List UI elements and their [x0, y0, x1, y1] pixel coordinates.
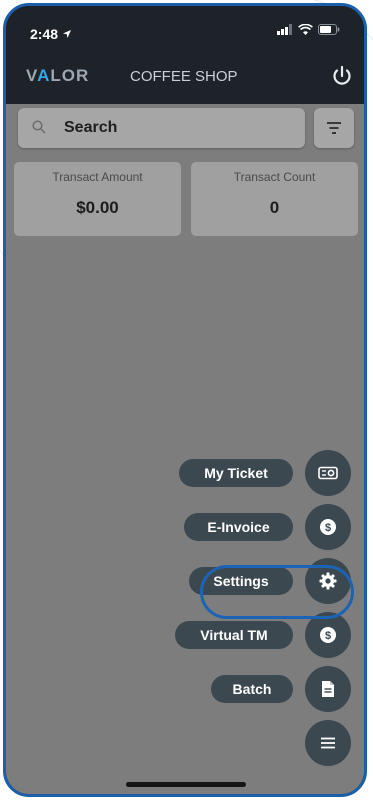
- power-icon: [333, 65, 351, 85]
- virtual-tm-label[interactable]: Virtual TM: [175, 621, 293, 649]
- batch-highlight: [200, 565, 354, 619]
- batch-label[interactable]: Batch: [211, 675, 293, 703]
- filter-icon: [327, 122, 341, 134]
- dollar-coin-icon: $: [320, 627, 336, 643]
- e-invoice-label[interactable]: E-Invoice: [184, 513, 293, 541]
- home-indicator: [126, 782, 246, 787]
- stat-label: Transact Count: [233, 170, 316, 184]
- transact-amount-card[interactable]: Transact Amount $0.00: [14, 162, 181, 236]
- menu-icon: [321, 737, 335, 749]
- app-screen: 2:48 VALOR COFFEE SHOP Search Transact A…: [6, 6, 364, 794]
- dollar-coin-icon: $: [320, 519, 336, 535]
- ticket-icon: [318, 466, 338, 480]
- search-input[interactable]: Search: [18, 108, 305, 148]
- wifi-icon: [298, 24, 313, 35]
- power-button[interactable]: [330, 64, 354, 88]
- signal-icon: [277, 24, 292, 35]
- status-time: 2:48: [30, 26, 72, 42]
- e-invoice-button[interactable]: $: [305, 504, 351, 550]
- location-arrow-icon: [62, 30, 71, 38]
- stat-value: 0: [269, 198, 280, 217]
- app-header: VALOR COFFEE SHOP: [6, 48, 364, 104]
- svg-text:$: $: [325, 630, 331, 642]
- valor-logo: VALOR: [26, 66, 90, 85]
- svg-text:$: $: [325, 522, 331, 534]
- status-bar: 2:48: [6, 6, 364, 48]
- my-ticket-button[interactable]: [305, 450, 351, 496]
- batch-button[interactable]: [305, 666, 351, 712]
- logo-accent-letter: A: [37, 66, 51, 85]
- shop-title: COFFEE SHOP: [130, 68, 238, 85]
- battery-icon: [318, 24, 340, 35]
- menu-toggle-button[interactable]: [305, 720, 351, 766]
- my-ticket-label[interactable]: My Ticket: [179, 459, 293, 487]
- document-icon: [322, 681, 334, 697]
- search-icon: [32, 120, 46, 134]
- stat-value: $0.00: [76, 198, 119, 217]
- transact-count-card[interactable]: Transact Count 0: [191, 162, 358, 236]
- status-icons: [277, 24, 340, 35]
- phone-frame: 2:48 VALOR COFFEE SHOP Search Transact A…: [3, 3, 367, 797]
- filter-button[interactable]: [314, 108, 354, 148]
- search-label: Search: [64, 119, 118, 136]
- stat-label: Transact Amount: [52, 170, 143, 184]
